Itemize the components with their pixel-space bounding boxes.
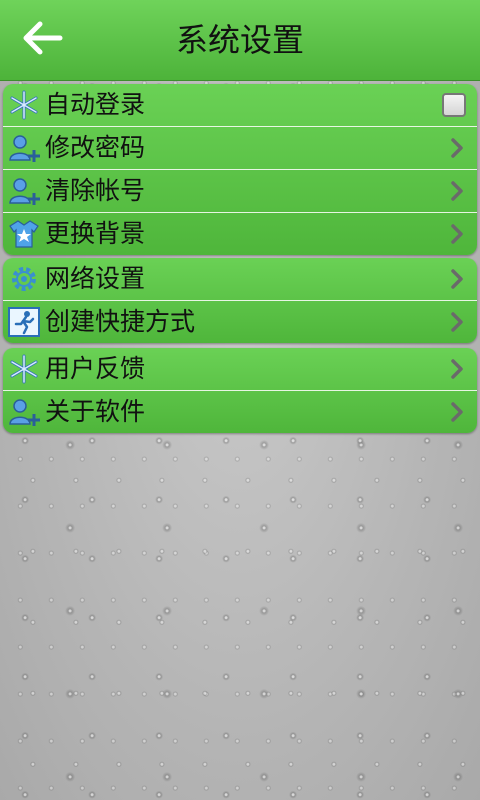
auto-login-checkbox[interactable]	[442, 93, 466, 117]
setting-row-network[interactable]: 网络设置	[3, 258, 477, 301]
user-add-icon	[9, 178, 40, 205]
setting-label: 创建快捷方式	[45, 307, 196, 336]
setting-label: 更换背景	[45, 219, 146, 248]
gear-icon	[12, 267, 36, 291]
chevron-right-icon	[451, 224, 463, 244]
chevron-right-icon	[451, 312, 463, 332]
user-add-icon	[9, 135, 40, 162]
setting-row-create-shortcut[interactable]: 创建快捷方式	[3, 301, 477, 343]
settings-group-about: 用户反馈 关于软件	[3, 348, 477, 433]
chevron-right-icon	[451, 359, 463, 379]
settings-group-account: 自动登录 修改密码 清除帐号 更换背景	[3, 84, 477, 255]
settings-group-network: 网络设置 创建快捷方式	[3, 258, 477, 343]
chevron-right-icon	[451, 269, 463, 289]
setting-label: 关于软件	[45, 397, 146, 426]
setting-label: 修改密码	[45, 133, 146, 162]
setting-label: 自动登录	[45, 90, 146, 119]
snowflake-icon	[10, 354, 38, 384]
setting-label: 用户反馈	[45, 354, 146, 383]
setting-row-change-password[interactable]: 修改密码	[3, 127, 477, 170]
setting-label: 清除帐号	[45, 176, 146, 205]
user-add-icon	[9, 399, 40, 426]
setting-row-auto-login[interactable]: 自动登录	[3, 84, 477, 127]
setting-row-feedback[interactable]: 用户反馈	[3, 348, 477, 391]
setting-label: 网络设置	[45, 264, 146, 293]
star-shirt-icon	[9, 220, 39, 248]
chevron-right-icon	[451, 138, 463, 158]
page-title: 系统设置	[175, 21, 304, 59]
setting-row-about[interactable]: 关于软件	[3, 391, 477, 433]
title-bar: 系统设置	[0, 0, 480, 81]
snowflake-icon	[10, 90, 38, 120]
setting-row-change-background[interactable]: 更换背景	[3, 213, 477, 255]
chevron-right-icon	[451, 181, 463, 201]
run-shortcut-icon	[8, 307, 40, 337]
setting-row-clear-account[interactable]: 清除帐号	[3, 170, 477, 213]
chevron-right-icon	[451, 402, 463, 422]
